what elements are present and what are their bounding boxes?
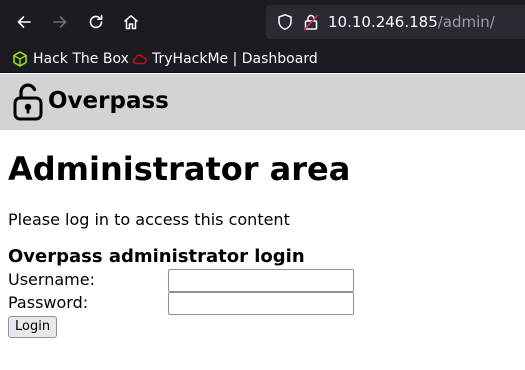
- bookmark-hack-the-box[interactable]: Hack The Box: [12, 49, 129, 69]
- forward-button[interactable]: [46, 8, 74, 36]
- forward-arrow-icon: [53, 16, 67, 28]
- site-header: Overpass: [0, 74, 525, 130]
- padlock-icon: [13, 83, 43, 121]
- reload-icon: [89, 14, 103, 29]
- back-arrow-icon: [17, 16, 31, 28]
- url-text[interactable]: 10.10.246.185/admin/: [328, 13, 495, 31]
- intro-text: Please log in to access this content: [8, 210, 290, 229]
- home-icon: [124, 15, 138, 30]
- tryhackme-cloud-icon: [132, 54, 147, 65]
- username-input[interactable]: [168, 269, 354, 292]
- address-bar[interactable]: 10.10.246.185/admin/: [266, 5, 525, 39]
- browser-toolbar: 10.10.246.185/admin/: [0, 0, 525, 44]
- username-label: Username:: [8, 270, 95, 289]
- back-button[interactable]: [10, 8, 38, 36]
- page-title: Administrator area: [8, 150, 351, 188]
- password-label: Password:: [8, 293, 89, 312]
- password-input[interactable]: [168, 292, 354, 315]
- login-heading: Overpass administrator login: [8, 246, 305, 267]
- tracking-shield-icon[interactable]: [276, 13, 294, 31]
- bookmark-label: Hack The Box: [33, 51, 129, 67]
- home-button[interactable]: [117, 8, 145, 36]
- bookmarks-toolbar: Hack The Box TryHackMe | Dashboard: [0, 44, 525, 73]
- site-name[interactable]: Overpass: [48, 86, 169, 116]
- url-host: 10.10.246.185: [328, 13, 438, 31]
- bookmark-label: TryHackMe | Dashboard: [152, 51, 318, 67]
- reload-button[interactable]: [82, 8, 110, 36]
- hackthebox-cube-icon: [13, 51, 27, 67]
- insecure-lock-icon[interactable]: [302, 13, 320, 31]
- login-button[interactable]: Login: [8, 316, 58, 338]
- url-path: /admin/: [437, 13, 495, 31]
- bookmark-tryhackme[interactable]: TryHackMe | Dashboard: [131, 49, 318, 69]
